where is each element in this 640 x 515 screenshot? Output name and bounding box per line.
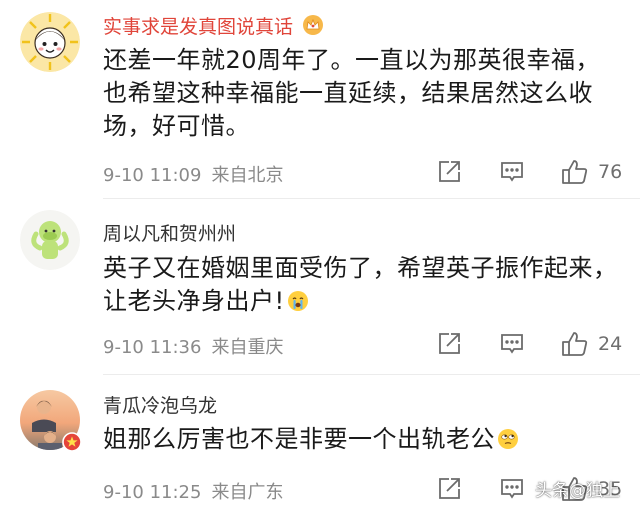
like-icon[interactable] <box>560 157 590 191</box>
avatar[interactable] <box>20 12 80 72</box>
comment-time: 9-10 11:09 <box>103 165 202 186</box>
username[interactable]: 实事求是发真图说真话 <box>103 12 324 41</box>
comment-location: 来自广东 <box>211 482 284 503</box>
share-icon[interactable] <box>435 330 463 362</box>
comment-time: 9-10 11:25 <box>103 482 202 503</box>
comment-location: 来自北京 <box>211 165 284 186</box>
crying-face-icon <box>287 288 309 321</box>
divider <box>103 198 640 199</box>
like-count: 24 <box>598 333 623 355</box>
rolling-eyes-face-icon <box>497 426 519 459</box>
share-icon[interactable] <box>435 475 463 507</box>
comment-location: 来自重庆 <box>211 337 284 358</box>
watermark: 头条@独上 <box>535 481 620 501</box>
divider <box>103 374 640 375</box>
username[interactable]: 青瓜冷泡乌龙 <box>103 391 217 418</box>
like-icon[interactable] <box>560 329 590 363</box>
avatar[interactable] <box>20 210 80 270</box>
comment-meta: 9-10 11:36 来自重庆 <box>103 333 283 359</box>
comment-meta: 9-10 11:25 来自广东 <box>103 478 283 504</box>
username[interactable]: 周以凡和贺州州 <box>103 219 236 246</box>
comment-text: 姐那么厉害也不是非要一个出轨老公 <box>103 423 623 459</box>
reply-comment-icon[interactable] <box>498 475 526 507</box>
avatar[interactable] <box>20 390 82 452</box>
like-count: 76 <box>598 161 623 183</box>
reply-comment-icon[interactable] <box>498 158 526 190</box>
verified-badge-icon <box>62 432 82 456</box>
comment-text: 还差一年就20周年了。一直以为那英很幸福，也希望这种幸福能一直延续，结果居然这么… <box>103 46 601 140</box>
comment-meta: 9-10 11:09 来自北京 <box>103 161 283 187</box>
comment-time: 9-10 11:36 <box>103 337 202 358</box>
reply-comment-icon[interactable] <box>498 330 526 362</box>
share-icon[interactable] <box>435 158 463 190</box>
comment-text: 英子又在婚姻里面受伤了，希望英子振作起来，让老头净身出户! <box>103 252 623 321</box>
crown-badge-icon <box>302 14 324 41</box>
